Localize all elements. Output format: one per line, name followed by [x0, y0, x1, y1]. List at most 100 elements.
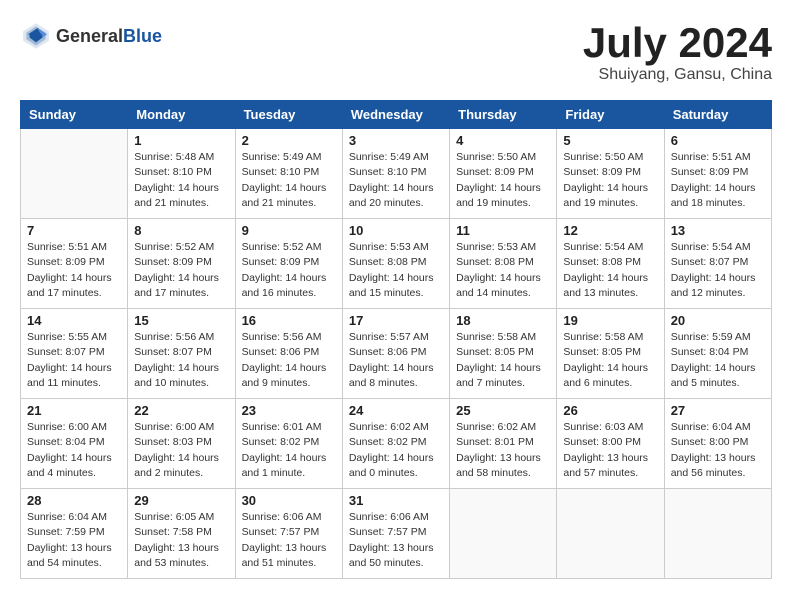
day-info: Sunrise: 5:49 AM Sunset: 8:10 PM Dayligh…: [242, 150, 336, 211]
day-number: 15: [134, 313, 228, 328]
calendar-cell: 14 Sunrise: 5:55 AM Sunset: 8:07 PM Dayli…: [21, 309, 128, 399]
calendar-cell: 18 Sunrise: 5:58 AM Sunset: 8:05 PM Dayli…: [450, 309, 557, 399]
calendar-cell: 25Sunrise: 6:02 AM Sunset: 8:01 PM Dayli…: [450, 399, 557, 489]
calendar-cell: 5 Sunrise: 5:50 AM Sunset: 8:09 PM Daylig…: [557, 129, 664, 219]
calendar-cell: 2 Sunrise: 5:49 AM Sunset: 8:10 PM Daylig…: [235, 129, 342, 219]
day-number: 27: [671, 403, 765, 418]
day-number: 9: [242, 223, 336, 238]
day-number: 29: [134, 493, 228, 508]
day-info: Sunrise: 5:51 AM Sunset: 8:09 PM Dayligh…: [27, 240, 121, 301]
header: General Blue July 2024 Shuiyang, Gansu, …: [20, 20, 772, 84]
day-info: Sunrise: 5:54 AM Sunset: 8:08 PM Dayligh…: [563, 240, 657, 301]
day-info: Sunrise: 5:52 AM Sunset: 8:09 PM Dayligh…: [134, 240, 228, 301]
day-info: Sunrise: 5:53 AM Sunset: 8:08 PM Dayligh…: [456, 240, 550, 301]
day-info: Sunrise: 5:55 AM Sunset: 8:07 PM Dayligh…: [27, 330, 121, 391]
col-header-monday: Monday: [128, 101, 235, 129]
calendar-cell: 7 Sunrise: 5:51 AM Sunset: 8:09 PM Daylig…: [21, 219, 128, 309]
logo-general-text: General: [56, 26, 123, 47]
day-info: Sunrise: 5:49 AM Sunset: 8:10 PM Dayligh…: [349, 150, 443, 211]
day-number: 30: [242, 493, 336, 508]
calendar-cell: 21Sunrise: 6:00 AM Sunset: 8:04 PM Dayli…: [21, 399, 128, 489]
calendar-cell: [664, 489, 771, 579]
calendar-table: SundayMondayTuesdayWednesdayThursdayFrid…: [20, 100, 772, 579]
calendar-cell: 4 Sunrise: 5:50 AM Sunset: 8:09 PM Daylig…: [450, 129, 557, 219]
day-number: 14: [27, 313, 121, 328]
day-info: Sunrise: 6:06 AM Sunset: 7:57 PM Dayligh…: [242, 510, 336, 571]
day-info: Sunrise: 5:59 AM Sunset: 8:04 PM Dayligh…: [671, 330, 765, 391]
day-info: Sunrise: 6:05 AM Sunset: 7:58 PM Dayligh…: [134, 510, 228, 571]
calendar-cell: 1 Sunrise: 5:48 AM Sunset: 8:10 PM Daylig…: [128, 129, 235, 219]
calendar-cell: 17 Sunrise: 5:57 AM Sunset: 8:06 PM Dayli…: [342, 309, 449, 399]
day-info: Sunrise: 6:02 AM Sunset: 8:02 PM Dayligh…: [349, 420, 443, 481]
day-info: Sunrise: 5:51 AM Sunset: 8:09 PM Dayligh…: [671, 150, 765, 211]
day-number: 17: [349, 313, 443, 328]
day-number: 3: [349, 133, 443, 148]
logo: General Blue: [20, 20, 162, 52]
col-header-wednesday: Wednesday: [342, 101, 449, 129]
day-info: Sunrise: 5:54 AM Sunset: 8:07 PM Dayligh…: [671, 240, 765, 301]
day-number: 10: [349, 223, 443, 238]
calendar-cell: 29 Sunrise: 6:05 AM Sunset: 7:58 PM Dayli…: [128, 489, 235, 579]
day-number: 31: [349, 493, 443, 508]
day-number: 1: [134, 133, 228, 148]
calendar-cell: 15 Sunrise: 5:56 AM Sunset: 8:07 PM Dayli…: [128, 309, 235, 399]
day-number: 11: [456, 223, 550, 238]
day-info: Sunrise: 6:04 AM Sunset: 8:00 PM Dayligh…: [671, 420, 765, 481]
day-info: Sunrise: 6:04 AM Sunset: 7:59 PM Dayligh…: [27, 510, 121, 571]
calendar-cell: 6 Sunrise: 5:51 AM Sunset: 8:09 PM Daylig…: [664, 129, 771, 219]
calendar-cell: 8 Sunrise: 5:52 AM Sunset: 8:09 PM Daylig…: [128, 219, 235, 309]
day-number: 20: [671, 313, 765, 328]
day-info: Sunrise: 6:00 AM Sunset: 8:03 PM Dayligh…: [134, 420, 228, 481]
day-info: Sunrise: 5:57 AM Sunset: 8:06 PM Dayligh…: [349, 330, 443, 391]
day-number: 8: [134, 223, 228, 238]
calendar-cell: 19 Sunrise: 5:58 AM Sunset: 8:05 PM Dayli…: [557, 309, 664, 399]
calendar-cell: 31Sunrise: 6:06 AM Sunset: 7:57 PM Dayli…: [342, 489, 449, 579]
day-number: 2: [242, 133, 336, 148]
calendar-cell: 27 Sunrise: 6:04 AM Sunset: 8:00 PM Dayli…: [664, 399, 771, 489]
calendar-cell: 28 Sunrise: 6:04 AM Sunset: 7:59 PM Dayli…: [21, 489, 128, 579]
day-info: Sunrise: 5:53 AM Sunset: 8:08 PM Dayligh…: [349, 240, 443, 301]
day-number: 22: [134, 403, 228, 418]
day-info: Sunrise: 5:50 AM Sunset: 8:09 PM Dayligh…: [456, 150, 550, 211]
col-header-saturday: Saturday: [664, 101, 771, 129]
day-number: 26: [563, 403, 657, 418]
day-number: 6: [671, 133, 765, 148]
day-info: Sunrise: 5:52 AM Sunset: 8:09 PM Dayligh…: [242, 240, 336, 301]
logo-blue-text: Blue: [123, 26, 162, 47]
day-number: 16: [242, 313, 336, 328]
day-info: Sunrise: 5:58 AM Sunset: 8:05 PM Dayligh…: [456, 330, 550, 391]
day-info: Sunrise: 5:56 AM Sunset: 8:06 PM Dayligh…: [242, 330, 336, 391]
day-number: 18: [456, 313, 550, 328]
day-info: Sunrise: 5:50 AM Sunset: 8:09 PM Dayligh…: [563, 150, 657, 211]
day-number: 4: [456, 133, 550, 148]
calendar-cell: 26Sunrise: 6:03 AM Sunset: 8:00 PM Dayli…: [557, 399, 664, 489]
col-header-tuesday: Tuesday: [235, 101, 342, 129]
calendar-cell: 16 Sunrise: 5:56 AM Sunset: 8:06 PM Dayli…: [235, 309, 342, 399]
calendar-cell: 24 Sunrise: 6:02 AM Sunset: 8:02 PM Dayli…: [342, 399, 449, 489]
calendar-cell: 22 Sunrise: 6:00 AM Sunset: 8:03 PM Dayli…: [128, 399, 235, 489]
day-number: 28: [27, 493, 121, 508]
calendar-cell: 3 Sunrise: 5:49 AM Sunset: 8:10 PM Daylig…: [342, 129, 449, 219]
day-number: 21: [27, 403, 121, 418]
day-number: 5: [563, 133, 657, 148]
day-info: Sunrise: 5:48 AM Sunset: 8:10 PM Dayligh…: [134, 150, 228, 211]
calendar-week-5: 28 Sunrise: 6:04 AM Sunset: 7:59 PM Dayli…: [21, 489, 772, 579]
day-number: 25: [456, 403, 550, 418]
calendar-cell: 13Sunrise: 5:54 AM Sunset: 8:07 PM Dayli…: [664, 219, 771, 309]
calendar-week-3: 14 Sunrise: 5:55 AM Sunset: 8:07 PM Dayli…: [21, 309, 772, 399]
calendar-cell: 10 Sunrise: 5:53 AM Sunset: 8:08 PM Dayli…: [342, 219, 449, 309]
calendar-cell: 23 Sunrise: 6:01 AM Sunset: 8:02 PM Dayli…: [235, 399, 342, 489]
calendar-cell: 11 Sunrise: 5:53 AM Sunset: 8:08 PM Dayli…: [450, 219, 557, 309]
day-number: 7: [27, 223, 121, 238]
day-info: Sunrise: 5:58 AM Sunset: 8:05 PM Dayligh…: [563, 330, 657, 391]
month-title: July 2024: [583, 20, 772, 66]
day-number: 12: [563, 223, 657, 238]
day-number: 19: [563, 313, 657, 328]
calendar-cell: [557, 489, 664, 579]
day-number: 23: [242, 403, 336, 418]
day-number: 24: [349, 403, 443, 418]
col-header-thursday: Thursday: [450, 101, 557, 129]
day-info: Sunrise: 6:01 AM Sunset: 8:02 PM Dayligh…: [242, 420, 336, 481]
day-info: Sunrise: 5:56 AM Sunset: 8:07 PM Dayligh…: [134, 330, 228, 391]
calendar-week-4: 21Sunrise: 6:00 AM Sunset: 8:04 PM Dayli…: [21, 399, 772, 489]
